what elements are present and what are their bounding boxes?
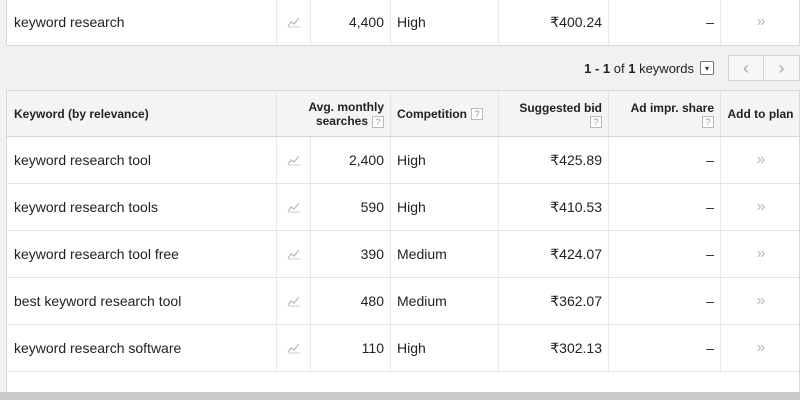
searches-cell: 480	[311, 278, 391, 324]
searches-cell: 590	[311, 184, 391, 230]
bid-cell: ₹410.53	[499, 184, 609, 230]
header-keyword[interactable]: Keyword (by relevance)	[7, 91, 277, 136]
trend-icon[interactable]	[277, 278, 311, 324]
keyword-cell: keyword research software	[7, 325, 277, 371]
competition-cell: High	[391, 137, 499, 183]
table-row: best keyword research tool 480 Medium ₹362.…	[7, 278, 799, 325]
table-header: Keyword (by relevance) Avg. monthly sear…	[7, 91, 799, 137]
add-to-plan-button[interactable]: »	[721, 137, 799, 183]
bid-cell: ₹425.89	[499, 137, 609, 183]
bid-cell: ₹424.07	[499, 231, 609, 277]
share-cell: –	[609, 231, 721, 277]
table-row: keyword research tool free 390 Medium ₹424.…	[7, 231, 799, 278]
table-row: keyword research tool 2,400 High ₹425.89–»	[7, 137, 799, 184]
add-to-plan-button[interactable]: »	[721, 325, 799, 371]
next-page-button[interactable]: ›	[764, 55, 800, 81]
bid-cell: ₹302.13	[499, 325, 609, 371]
pagination: 1 - 1 of 1 keywords ▾ ‹ ›	[584, 55, 800, 81]
competition-cell: High	[391, 325, 499, 371]
share-cell: –	[609, 0, 721, 45]
pagination-label: 1 - 1 of 1 keywords	[584, 60, 694, 76]
previous-page-button[interactable]: ‹	[728, 55, 764, 81]
header-competition[interactable]: Competition?	[391, 91, 499, 136]
trend-icon[interactable]	[277, 0, 311, 45]
trend-icon[interactable]	[277, 137, 311, 183]
help-icon[interactable]: ?	[702, 115, 714, 128]
share-cell: –	[609, 325, 721, 371]
keyword-cell: keyword research tools	[7, 184, 277, 230]
searches-cell: 390	[311, 231, 391, 277]
dropdown-icon[interactable]: ▾	[700, 61, 714, 75]
header-add-to-plan: Add to plan	[721, 91, 799, 136]
add-to-plan-button[interactable]: »	[721, 278, 799, 324]
searches-cell: 2,400	[311, 137, 391, 183]
searches-cell: 4,400	[311, 0, 391, 45]
searches-cell: 110	[311, 325, 391, 371]
table-row: keyword research 4,400 High ₹400.24 – »	[7, 0, 799, 45]
trend-icon[interactable]	[277, 184, 311, 230]
bid-cell: ₹362.07	[499, 278, 609, 324]
table-row: keyword research software 110 High ₹302.13–…	[7, 325, 799, 372]
competition-cell: High	[391, 0, 499, 45]
trend-icon[interactable]	[277, 325, 311, 371]
add-to-plan-button[interactable]: »	[721, 184, 799, 230]
competition-cell: Medium	[391, 231, 499, 277]
bid-cell: ₹400.24	[499, 0, 609, 45]
keyword-cell: keyword research	[7, 0, 277, 45]
table-row: keyword research tools 590 High ₹410.53–»	[7, 184, 799, 231]
searched-keyword-table: keyword research 4,400 High ₹400.24 – »	[6, 0, 800, 46]
help-icon[interactable]: ?	[372, 115, 384, 128]
header-ad-impr-share[interactable]: Ad impr. share?	[609, 91, 721, 136]
help-icon[interactable]: ?	[471, 107, 483, 120]
horizontal-scrollbar[interactable]	[0, 392, 800, 400]
add-to-plan-button[interactable]: »	[721, 0, 800, 45]
help-icon[interactable]: ?	[590, 115, 602, 128]
competition-cell: Medium	[391, 278, 499, 324]
trend-icon[interactable]	[277, 231, 311, 277]
header-suggested-bid[interactable]: Suggested bid?	[499, 91, 609, 136]
add-to-plan-button[interactable]: »	[721, 231, 799, 277]
keyword-cell: keyword research tool	[7, 137, 277, 183]
share-cell: –	[609, 278, 721, 324]
keyword-ideas-table: Keyword (by relevance) Avg. monthly sear…	[6, 90, 800, 400]
share-cell: –	[609, 137, 721, 183]
share-cell: –	[609, 184, 721, 230]
competition-cell: High	[391, 184, 499, 230]
header-avg-monthly-searches[interactable]: Avg. monthly searches?	[277, 91, 391, 136]
keyword-cell: keyword research tool free	[7, 231, 277, 277]
keyword-cell: best keyword research tool	[7, 278, 277, 324]
